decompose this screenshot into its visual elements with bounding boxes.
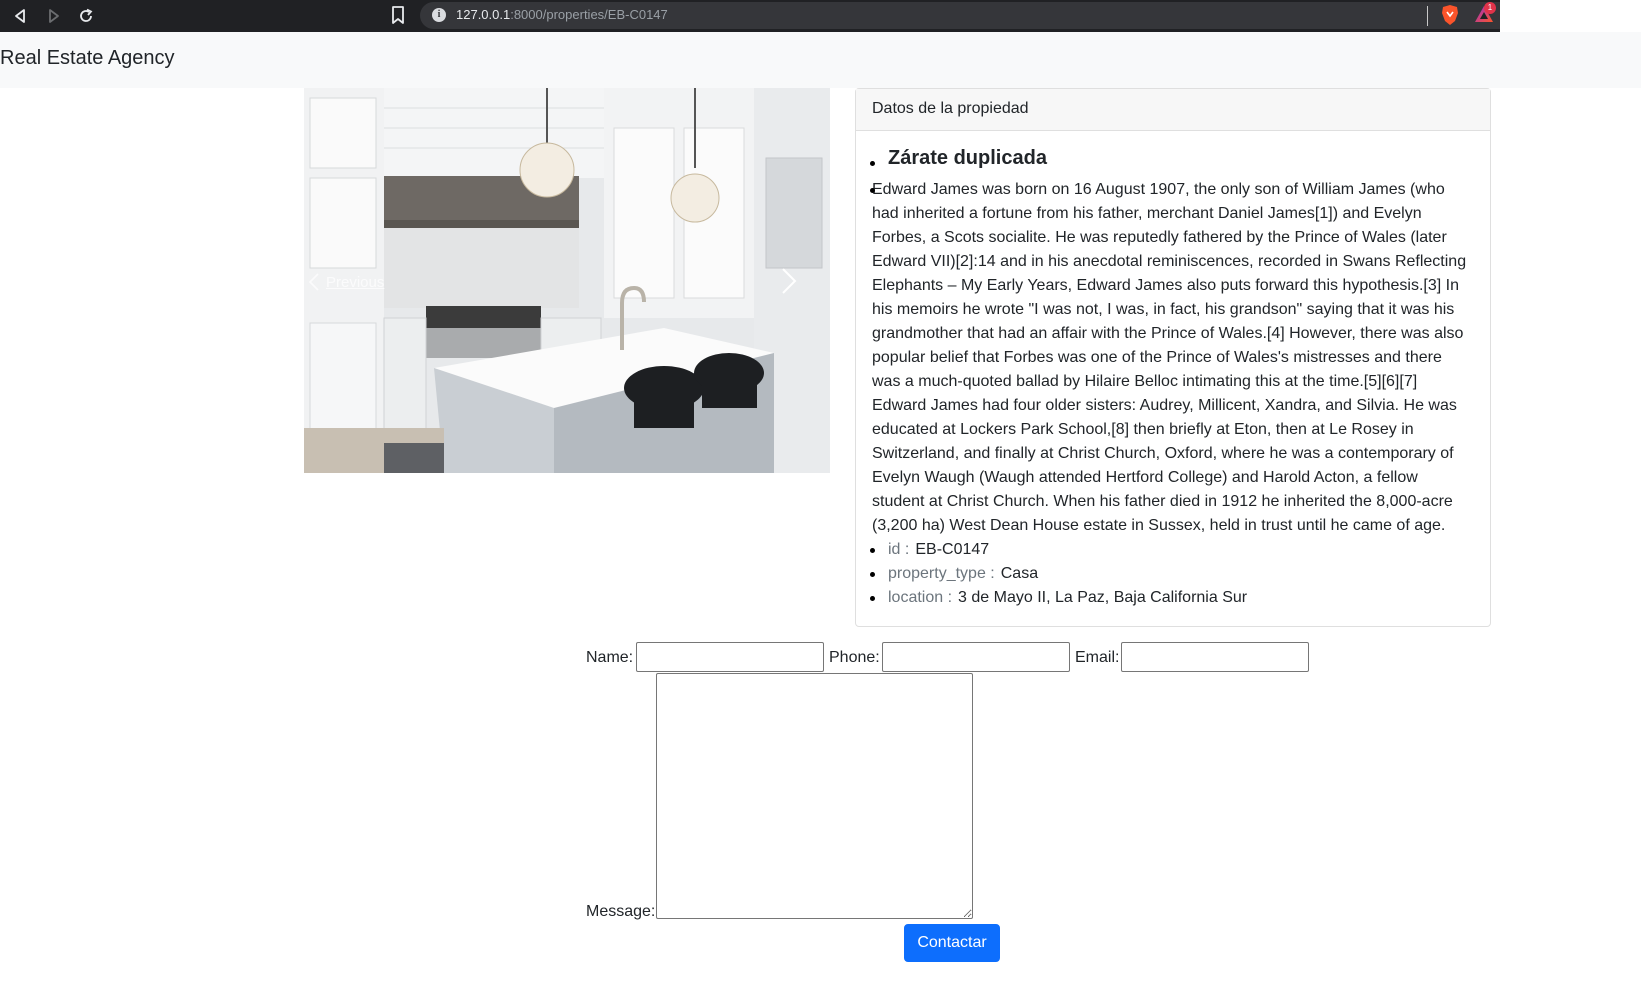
rewards-badge: 1 xyxy=(1484,2,1496,14)
carousel-prev-button[interactable]: Previous xyxy=(308,272,384,292)
property-field-type: property_type : Casa xyxy=(870,562,1474,586)
url-host: 127.0.0.1 xyxy=(456,7,511,22)
field-key: location : xyxy=(888,589,953,606)
url-text[interactable]: 127.0.0.1:8000/properties/EB-C0147 xyxy=(456,7,668,22)
field-value: Casa xyxy=(1000,565,1039,582)
field-value: EB-C0147 xyxy=(915,541,990,558)
card-body: Zárate duplicada Edward James was born o… xyxy=(856,131,1490,610)
card-header: Datos de la propiedad xyxy=(856,89,1490,131)
property-details-card: Datos de la propiedad Zárate duplicada E… xyxy=(855,88,1491,627)
brave-shield-icon[interactable] xyxy=(1440,4,1460,31)
property-carousel: Previous xyxy=(304,88,830,473)
chevron-left-icon xyxy=(308,273,319,291)
back-icon[interactable] xyxy=(8,4,32,28)
property-details-list: Zárate duplicada Edward James was born o… xyxy=(870,145,1474,610)
toolbar-blank-area xyxy=(1500,0,1641,32)
phone-field[interactable] xyxy=(882,642,1070,672)
address-bar[interactable]: i 127.0.0.1:8000/properties/EB-C0147 xyxy=(420,2,1500,29)
chevron-right-icon xyxy=(782,268,797,294)
navbar-brand[interactable]: Real Estate Agency xyxy=(0,47,175,70)
message-label: Message: xyxy=(586,903,656,920)
property-title: Zárate duplicada xyxy=(870,145,1474,178)
site-navbar: Real Estate Agency xyxy=(0,32,1641,88)
email-field[interactable] xyxy=(1121,642,1309,672)
email-label: Email: xyxy=(1075,649,1120,666)
forward-icon[interactable] xyxy=(42,4,66,28)
reload-icon[interactable] xyxy=(74,4,98,28)
name-label: Name: xyxy=(586,649,634,666)
toolbar-divider xyxy=(1427,6,1428,26)
phone-label: Phone: xyxy=(829,649,880,666)
property-field-id: id : EB-C0147 xyxy=(870,538,1474,562)
name-field[interactable] xyxy=(636,642,824,672)
browser-toolbar: i 127.0.0.1:8000/properties/EB-C0147 1 xyxy=(0,0,1641,32)
bookmark-icon[interactable] xyxy=(388,4,408,31)
contact-form: Name: Phone: Email: Message: Contactar xyxy=(0,640,1641,970)
url-path: :8000/properties/EB-C0147 xyxy=(510,7,668,22)
carousel-next-button[interactable] xyxy=(764,264,814,298)
property-field-location: location : 3 de Mayo II, La Paz, Baja Cal… xyxy=(870,586,1474,610)
field-key: property_type : xyxy=(888,565,995,582)
info-icon[interactable]: i xyxy=(432,8,446,22)
field-key: id : xyxy=(888,541,910,558)
carousel-prev-label: Previous xyxy=(326,273,385,291)
submit-button[interactable]: Contactar xyxy=(904,924,1000,962)
message-field[interactable] xyxy=(656,673,973,919)
property-description: Edward James was born on 16 August 1907,… xyxy=(870,178,1474,538)
field-value: 3 de Mayo II, La Paz, Baja California Su… xyxy=(958,589,1248,606)
